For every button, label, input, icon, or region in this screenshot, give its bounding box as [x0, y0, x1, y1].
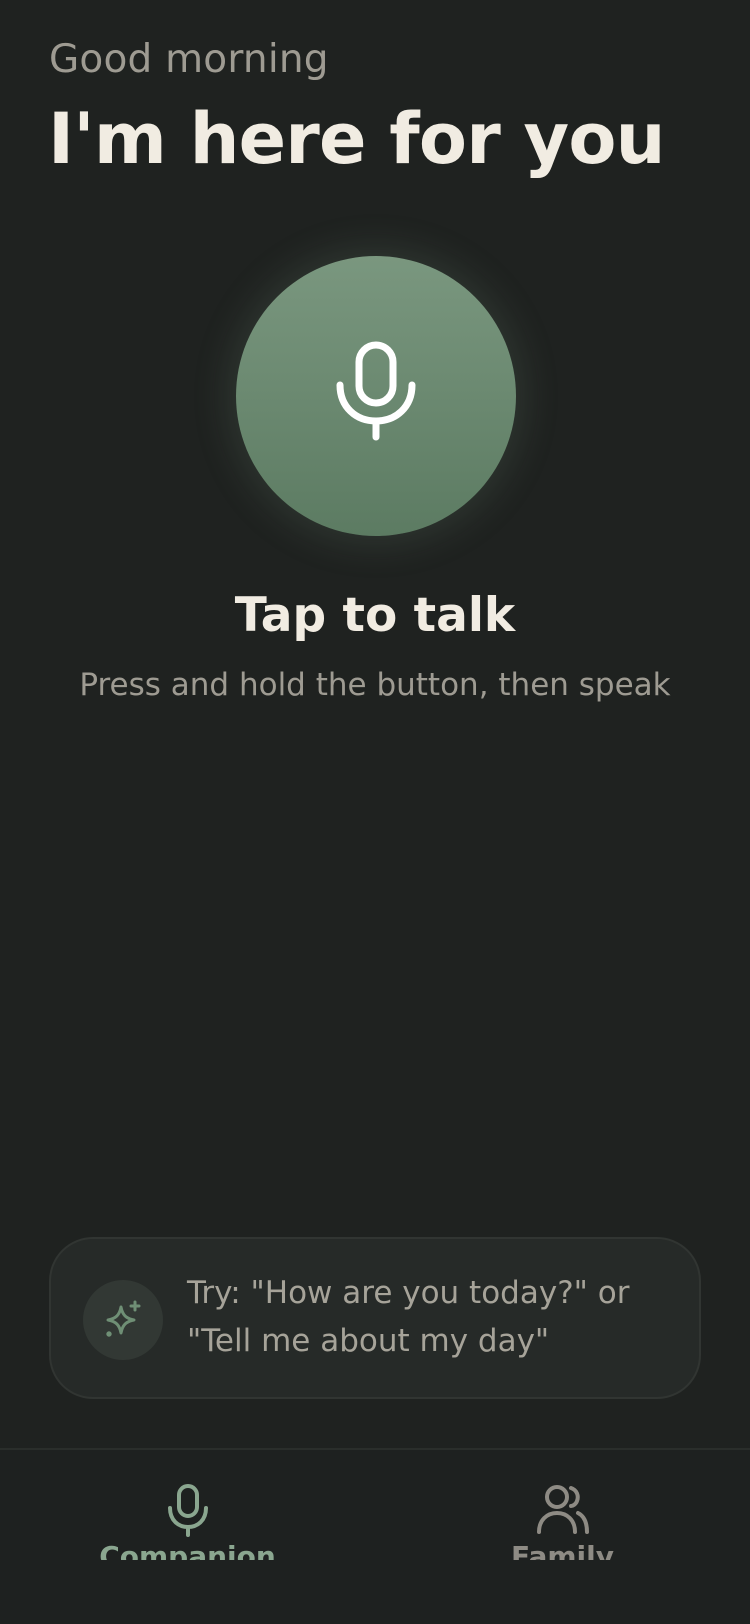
talk-instructions: Press and hold the button, then speak [79, 667, 671, 703]
talk-title: Tap to talk [234, 588, 516, 643]
suggestion-line-2: "Tell me about my day" [187, 1323, 550, 1359]
tab-companion[interactable]: Companion [0, 1450, 375, 1560]
greeting-text: Good morning [49, 37, 329, 82]
page-title: I'm here for you [48, 98, 665, 180]
people-icon [535, 1482, 591, 1538]
suggestion-text: Try: "How are you today?" or "Tell me ab… [187, 1269, 667, 1365]
bottom-tab-bar: Companion Family [0, 1448, 750, 1624]
talk-button[interactable] [236, 256, 516, 536]
tab-companion-label: Companion [99, 1540, 276, 1560]
suggestion-line-1: Try: "How are you today?" or [187, 1275, 630, 1311]
tab-family[interactable]: Family [375, 1450, 750, 1560]
tab-family-label: Family [510, 1540, 614, 1560]
suggestion-card: Try: "How are you today?" or "Tell me ab… [49, 1237, 701, 1399]
microphone-icon [160, 1482, 216, 1538]
sparkle-icon [83, 1280, 163, 1360]
microphone-icon [334, 341, 418, 445]
